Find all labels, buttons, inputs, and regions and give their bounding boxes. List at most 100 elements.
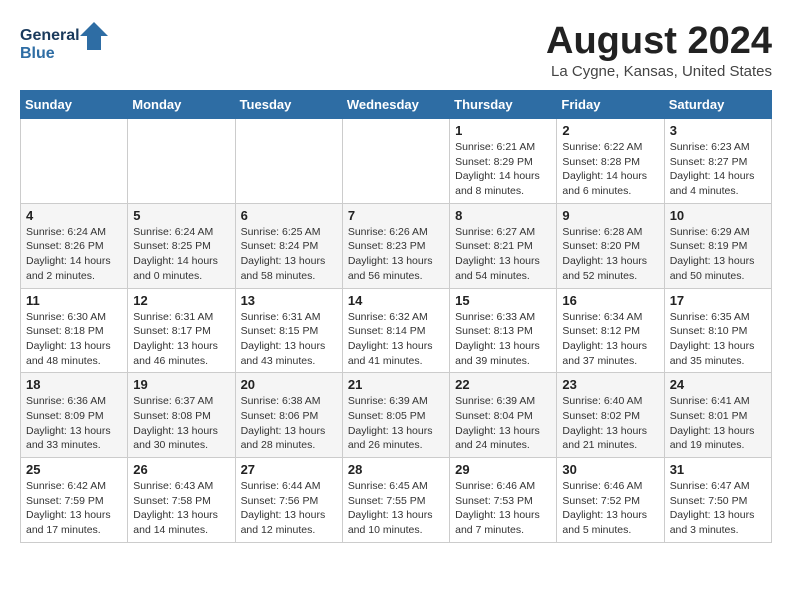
calendar-table: SundayMondayTuesdayWednesdayThursdayFrid… bbox=[20, 90, 772, 543]
calendar-cell: 30 Sunrise: 6:46 AMSunset: 7:52 PMDayligh… bbox=[557, 458, 664, 543]
title-block: August 2024 La Cygne, Kansas, United Sta… bbox=[546, 20, 772, 80]
calendar-cell: 19 Sunrise: 6:37 AMSunset: 8:08 PMDayligh… bbox=[128, 373, 235, 458]
day-info: Sunrise: 6:31 AMSunset: 8:17 PMDaylight:… bbox=[133, 310, 229, 369]
calendar-cell: 12 Sunrise: 6:31 AMSunset: 8:17 PMDayligh… bbox=[128, 288, 235, 373]
day-number: 20 bbox=[241, 377, 337, 392]
day-info: Sunrise: 6:24 AMSunset: 8:26 PMDaylight:… bbox=[26, 225, 122, 284]
day-info: Sunrise: 6:39 AMSunset: 8:04 PMDaylight:… bbox=[455, 394, 551, 453]
day-info: Sunrise: 6:43 AMSunset: 7:58 PMDaylight:… bbox=[133, 479, 229, 538]
calendar-title: August 2024 bbox=[546, 20, 772, 63]
day-info: Sunrise: 6:34 AMSunset: 8:12 PMDaylight:… bbox=[562, 310, 658, 369]
calendar-cell: 18 Sunrise: 6:36 AMSunset: 8:09 PMDayligh… bbox=[21, 373, 128, 458]
day-number: 12 bbox=[133, 293, 229, 308]
weekday-header: Wednesday bbox=[342, 91, 449, 119]
calendar-cell: 8 Sunrise: 6:27 AMSunset: 8:21 PMDaylight… bbox=[450, 203, 557, 288]
day-number: 21 bbox=[348, 377, 444, 392]
calendar-cell: 29 Sunrise: 6:46 AMSunset: 7:53 PMDayligh… bbox=[450, 458, 557, 543]
weekday-header: Thursday bbox=[450, 91, 557, 119]
day-number: 18 bbox=[26, 377, 122, 392]
day-info: Sunrise: 6:33 AMSunset: 8:13 PMDaylight:… bbox=[455, 310, 551, 369]
day-info: Sunrise: 6:40 AMSunset: 8:02 PMDaylight:… bbox=[562, 394, 658, 453]
calendar-cell: 3Sunrise: 6:23 AMSunset: 8:27 PMDaylight… bbox=[664, 119, 771, 204]
calendar-cell bbox=[235, 119, 342, 204]
day-info: Sunrise: 6:46 AMSunset: 7:53 PMDaylight:… bbox=[455, 479, 551, 538]
day-number: 29 bbox=[455, 462, 551, 477]
day-number: 19 bbox=[133, 377, 229, 392]
calendar-cell: 9 Sunrise: 6:28 AMSunset: 8:20 PMDaylight… bbox=[557, 203, 664, 288]
day-info: Sunrise: 6:37 AMSunset: 8:08 PMDaylight:… bbox=[133, 394, 229, 453]
calendar-cell: 26 Sunrise: 6:43 AMSunset: 7:58 PMDayligh… bbox=[128, 458, 235, 543]
day-info: Sunrise: 6:32 AMSunset: 8:14 PMDaylight:… bbox=[348, 310, 444, 369]
day-number: 17 bbox=[670, 293, 766, 308]
day-number: 2 bbox=[562, 123, 658, 138]
day-info: Sunrise: 6:28 AMSunset: 8:20 PMDaylight:… bbox=[562, 225, 658, 284]
day-number: 14 bbox=[348, 293, 444, 308]
day-info: Sunrise: 6:31 AMSunset: 8:15 PMDaylight:… bbox=[241, 310, 337, 369]
calendar-cell: 4 Sunrise: 6:24 AMSunset: 8:26 PMDaylight… bbox=[21, 203, 128, 288]
calendar-cell: 11Sunrise: 6:30 AMSunset: 8:18 PMDayligh… bbox=[21, 288, 128, 373]
day-number: 25 bbox=[26, 462, 122, 477]
calendar-cell: 1Sunrise: 6:21 AMSunset: 8:29 PMDaylight… bbox=[450, 119, 557, 204]
day-number: 24 bbox=[670, 377, 766, 392]
logo-svg: General Blue bbox=[20, 20, 110, 65]
day-number: 9 bbox=[562, 208, 658, 223]
day-info: Sunrise: 6:46 AMSunset: 7:52 PMDaylight:… bbox=[562, 479, 658, 538]
svg-text:General: General bbox=[20, 27, 80, 44]
day-number: 26 bbox=[133, 462, 229, 477]
calendar-cell: 23Sunrise: 6:40 AMSunset: 8:02 PMDayligh… bbox=[557, 373, 664, 458]
day-number: 8 bbox=[455, 208, 551, 223]
day-number: 31 bbox=[670, 462, 766, 477]
day-number: 7 bbox=[348, 208, 444, 223]
weekday-header: Friday bbox=[557, 91, 664, 119]
calendar-cell: 28Sunrise: 6:45 AMSunset: 7:55 PMDayligh… bbox=[342, 458, 449, 543]
weekday-header: Saturday bbox=[664, 91, 771, 119]
day-number: 16 bbox=[562, 293, 658, 308]
calendar-cell: 31 Sunrise: 6:47 AMSunset: 7:50 PMDayligh… bbox=[664, 458, 771, 543]
day-info: Sunrise: 6:44 AMSunset: 7:56 PMDaylight:… bbox=[241, 479, 337, 538]
day-number: 5 bbox=[133, 208, 229, 223]
calendar-cell: 21Sunrise: 6:39 AMSunset: 8:05 PMDayligh… bbox=[342, 373, 449, 458]
day-info: Sunrise: 6:22 AMSunset: 8:28 PMDaylight:… bbox=[562, 140, 658, 199]
calendar-cell: 27 Sunrise: 6:44 AMSunset: 7:56 PMDayligh… bbox=[235, 458, 342, 543]
day-info: Sunrise: 6:21 AMSunset: 8:29 PMDaylight:… bbox=[455, 140, 551, 199]
calendar-subtitle: La Cygne, Kansas, United States bbox=[546, 63, 772, 80]
calendar-cell bbox=[21, 119, 128, 204]
day-number: 22 bbox=[455, 377, 551, 392]
calendar-cell bbox=[342, 119, 449, 204]
day-info: Sunrise: 6:26 AMSunset: 8:23 PMDaylight:… bbox=[348, 225, 444, 284]
calendar-cell: 25 Sunrise: 6:42 AMSunset: 7:59 PMDayligh… bbox=[21, 458, 128, 543]
day-info: Sunrise: 6:38 AMSunset: 8:06 PMDaylight:… bbox=[241, 394, 337, 453]
day-number: 3 bbox=[670, 123, 766, 138]
day-number: 13 bbox=[241, 293, 337, 308]
svg-text:Blue: Blue bbox=[20, 45, 55, 62]
day-info: Sunrise: 6:24 AMSunset: 8:25 PMDaylight:… bbox=[133, 225, 229, 284]
calendar-cell: 13 Sunrise: 6:31 AMSunset: 8:15 PMDayligh… bbox=[235, 288, 342, 373]
day-number: 15 bbox=[455, 293, 551, 308]
day-number: 10 bbox=[670, 208, 766, 223]
weekday-header: Tuesday bbox=[235, 91, 342, 119]
day-info: Sunrise: 6:30 AMSunset: 8:18 PMDaylight:… bbox=[26, 310, 122, 369]
weekday-header: Monday bbox=[128, 91, 235, 119]
day-info: Sunrise: 6:41 AMSunset: 8:01 PMDaylight:… bbox=[670, 394, 766, 453]
calendar-cell: 7 Sunrise: 6:26 AMSunset: 8:23 PMDaylight… bbox=[342, 203, 449, 288]
calendar-cell: 22 Sunrise: 6:39 AMSunset: 8:04 PMDayligh… bbox=[450, 373, 557, 458]
day-number: 27 bbox=[241, 462, 337, 477]
day-number: 6 bbox=[241, 208, 337, 223]
calendar-cell: 14 Sunrise: 6:32 AMSunset: 8:14 PMDayligh… bbox=[342, 288, 449, 373]
logo: General Blue bbox=[20, 20, 110, 65]
calendar-cell: 16 Sunrise: 6:34 AMSunset: 8:12 PMDayligh… bbox=[557, 288, 664, 373]
calendar-cell bbox=[128, 119, 235, 204]
day-info: Sunrise: 6:47 AMSunset: 7:50 PMDaylight:… bbox=[670, 479, 766, 538]
calendar-cell: 6 Sunrise: 6:25 AMSunset: 8:24 PMDaylight… bbox=[235, 203, 342, 288]
day-number: 30 bbox=[562, 462, 658, 477]
day-info: Sunrise: 6:36 AMSunset: 8:09 PMDaylight:… bbox=[26, 394, 122, 453]
day-info: Sunrise: 6:42 AMSunset: 7:59 PMDaylight:… bbox=[26, 479, 122, 538]
calendar-cell: 15 Sunrise: 6:33 AMSunset: 8:13 PMDayligh… bbox=[450, 288, 557, 373]
page-header: General Blue August 2024 La Cygne, Kansa… bbox=[20, 20, 772, 80]
day-info: Sunrise: 6:45 AMSunset: 7:55 PMDaylight:… bbox=[348, 479, 444, 538]
day-info: Sunrise: 6:27 AMSunset: 8:21 PMDaylight:… bbox=[455, 225, 551, 284]
day-number: 4 bbox=[26, 208, 122, 223]
calendar-cell: 5 Sunrise: 6:24 AMSunset: 8:25 PMDaylight… bbox=[128, 203, 235, 288]
day-info: Sunrise: 6:25 AMSunset: 8:24 PMDaylight:… bbox=[241, 225, 337, 284]
calendar-cell: 17Sunrise: 6:35 AMSunset: 8:10 PMDayligh… bbox=[664, 288, 771, 373]
